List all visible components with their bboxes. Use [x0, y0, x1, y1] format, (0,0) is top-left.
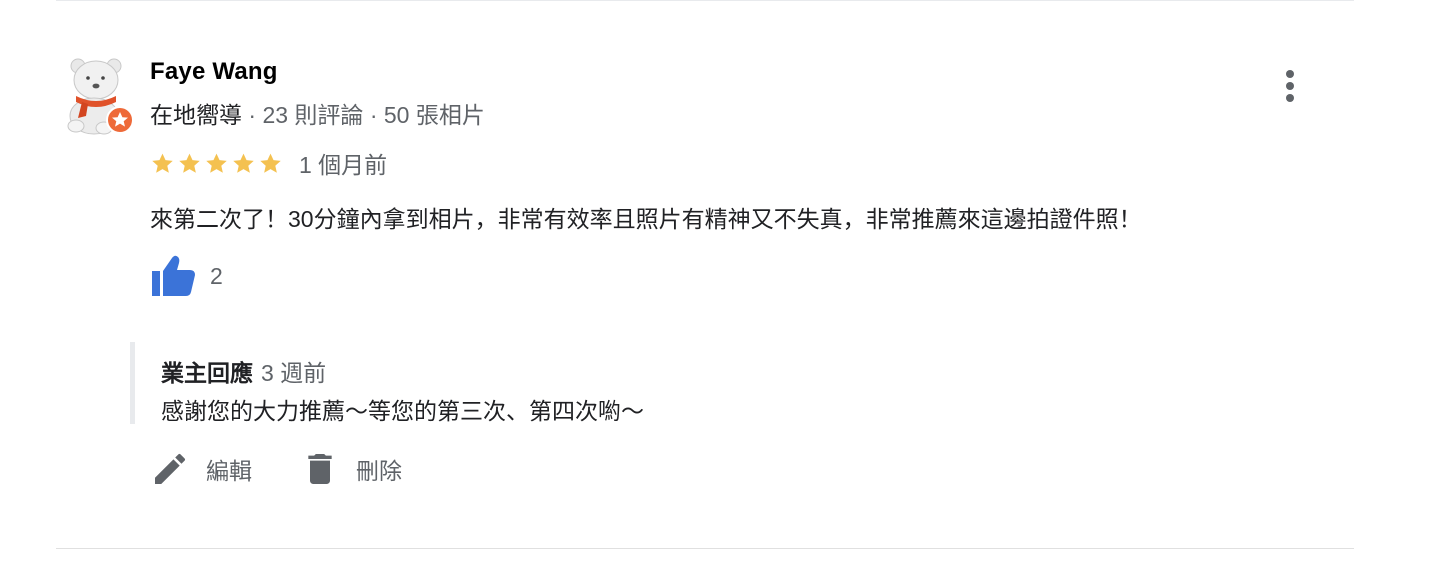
divider-bottom [56, 548, 1354, 549]
meta-separator: · [363, 102, 384, 128]
owner-reply: 業主回應 3 週前 感謝您的大力推薦～等您的第三次、第四次喲～ [130, 342, 835, 424]
owner-reply-time: 3 週前 [261, 360, 327, 386]
like-count: 2 [210, 262, 223, 289]
star-rating [150, 151, 283, 176]
edit-label: 編輯 [206, 458, 252, 484]
review-count: 23 則評論 [262, 102, 364, 128]
review-time: 1 個月前 [299, 152, 388, 178]
local-guide-badge: 在地嚮導 [150, 102, 242, 128]
review-text: 來第二次了！30分鐘內拿到相片，非常有效率且照片有精神又不失真，非常推薦來這邊拍… [150, 206, 1142, 232]
trash-icon [308, 454, 332, 484]
owner-reply-header: 業主回應 3 週前 [161, 354, 326, 388]
meta-separator: · [242, 102, 263, 128]
divider-top [56, 0, 1354, 1]
more-dot-icon [1286, 94, 1294, 102]
reviewer-name[interactable]: Faye Wang [150, 58, 278, 86]
edit-button[interactable]: 編輯 [150, 449, 252, 489]
owner-actions: 編輯 刪除 [150, 446, 450, 492]
star-icon [152, 153, 173, 173]
owner-reply-label: 業主回應 [161, 360, 253, 386]
pencil-icon [155, 453, 186, 484]
photo-count: 50 張相片 [383, 102, 485, 128]
more-options-button[interactable] [1276, 66, 1304, 106]
review-card: Faye Wang 在地嚮導 · 23 則評論 · 50 張相片 1 個月前 來… [0, 0, 1436, 570]
star-icon [233, 153, 254, 173]
star-icon [260, 153, 281, 173]
delete-button[interactable]: 刪除 [300, 449, 402, 489]
delete-label: 刪除 [356, 458, 402, 484]
avatar[interactable] [64, 56, 136, 136]
star-icon [206, 153, 227, 173]
more-dot-icon [1286, 82, 1294, 90]
owner-reply-text: 感謝您的大力推薦～等您的第三次、第四次喲～ [161, 398, 644, 424]
star-icon [179, 153, 200, 173]
polar-bear-avatar-icon [67, 58, 134, 135]
reviewer-meta[interactable]: 在地嚮導 · 23 則評論 · 50 張相片 [150, 96, 485, 130]
like-row: 2 [150, 254, 223, 298]
rating-row: 1 個月前 [150, 148, 387, 178]
thumbs-up-icon[interactable] [150, 254, 196, 298]
more-dot-icon [1286, 70, 1294, 78]
